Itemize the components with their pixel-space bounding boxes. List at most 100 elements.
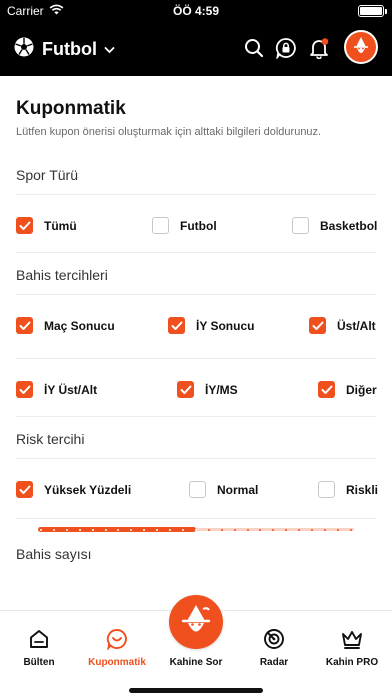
slider-tick	[285, 528, 288, 531]
slider-tick	[259, 528, 262, 531]
option-label: Basketbol	[320, 218, 378, 233]
option-first-half-over-under[interactable]: İY Üst/Alt	[16, 381, 97, 398]
option-label: Maç Sonucu	[44, 318, 115, 333]
checkbox-empty-icon	[152, 217, 169, 234]
nav-label: Bülten	[23, 657, 55, 668]
section-title-risk-pref: Risk tercihi	[16, 431, 85, 447]
slider-tick	[298, 528, 301, 531]
option-other[interactable]: Diğer	[318, 381, 377, 398]
bottom-nav: Bülten Kuponmatik Kahine Sor Radar Kahin…	[0, 595, 392, 696]
chevron-down-icon	[104, 41, 115, 59]
checkbox-checked-icon	[318, 381, 335, 398]
slider-tick	[233, 528, 236, 531]
slider-tick	[78, 528, 81, 531]
section-title-bet-prefs: Bahis tercihleri	[16, 267, 108, 283]
option-label: Futbol	[180, 218, 217, 233]
option-label: Normal	[217, 482, 259, 497]
option-label: Yüksek Yüzdeli	[44, 482, 132, 497]
checkbox-checked-icon	[16, 381, 33, 398]
bet-count-slider[interactable]	[38, 527, 354, 533]
option-half-full-time[interactable]: İY/MS	[177, 381, 238, 398]
nav-radar[interactable]: Radar	[235, 611, 313, 681]
nav-kahin-pro[interactable]: Kahin PRO	[313, 611, 391, 681]
slider-tick	[336, 528, 339, 531]
section-title-sport-type: Spor Türü	[16, 167, 78, 183]
slider-tick	[220, 528, 223, 531]
slider-tick	[349, 528, 352, 531]
slider-tick	[194, 528, 197, 531]
checkbox-checked-icon	[16, 217, 33, 234]
wizard-icon[interactable]	[169, 595, 223, 649]
wizard-avatar-icon[interactable]	[344, 30, 378, 64]
slider-tick	[311, 528, 314, 531]
option-label: İY Sonucu	[196, 318, 255, 333]
home-icon	[28, 627, 50, 651]
option-label: İY/MS	[205, 382, 238, 397]
nav-label: Kahine Sor	[169, 657, 223, 668]
option-football[interactable]: Futbol	[152, 217, 217, 234]
checkbox-checked-icon	[16, 481, 33, 498]
option-label: Tümü	[44, 218, 77, 233]
option-all-sports[interactable]: Tümü	[16, 217, 77, 234]
slider-tick	[181, 528, 184, 531]
slider-tick	[143, 528, 146, 531]
radar-icon	[263, 627, 285, 651]
nav-label: Kahin PRO	[325, 657, 379, 668]
lock-chat-icon[interactable]	[274, 36, 298, 60]
section-title-bet-count: Bahis sayısı	[16, 546, 92, 562]
checkbox-empty-icon	[292, 217, 309, 234]
battery-icon	[358, 5, 387, 17]
status-time: ÖÖ 4:59	[172, 4, 220, 18]
nav-label: Kuponmatik	[88, 657, 146, 668]
bell-icon[interactable]	[307, 36, 331, 60]
divider	[16, 194, 376, 195]
divider	[16, 458, 376, 459]
slider-tick	[169, 528, 172, 531]
slider-tick	[65, 528, 68, 531]
option-label: Üst/Alt	[337, 318, 376, 333]
checkbox-checked-icon	[309, 317, 326, 334]
slider-tick	[246, 528, 249, 531]
soccer-ball-icon	[13, 36, 35, 63]
home-indicator	[129, 688, 263, 693]
top-header: Carrier ÖÖ 4:59 Futbol	[0, 0, 392, 76]
slider-ticks	[40, 528, 352, 531]
divider	[16, 518, 376, 519]
slider-tick	[40, 528, 42, 531]
app-bar: Futbol	[0, 28, 392, 68]
divider	[16, 416, 376, 417]
option-basketball[interactable]: Basketbol	[292, 217, 377, 234]
coupon-icon	[106, 627, 128, 651]
sport-selector[interactable]: Futbol	[13, 36, 115, 63]
slider-tick	[117, 528, 120, 531]
option-first-half-result[interactable]: İY Sonucu	[168, 317, 254, 334]
checkbox-checked-icon	[177, 381, 194, 398]
slider-tick	[323, 528, 326, 531]
option-label: Diğer	[346, 382, 377, 397]
sport-title: Futbol	[42, 39, 97, 59]
status-bar: Carrier ÖÖ 4:59	[0, 0, 392, 22]
slider-tick	[272, 528, 275, 531]
search-icon[interactable]	[242, 36, 266, 60]
divider	[16, 358, 376, 359]
option-over-under[interactable]: Üst/Alt	[309, 317, 376, 334]
checkbox-empty-icon	[189, 481, 206, 498]
checkbox-empty-icon	[318, 481, 335, 498]
nav-kuponmatik[interactable]: Kuponmatik	[78, 611, 156, 681]
checkbox-checked-icon	[16, 317, 33, 334]
divider	[16, 252, 376, 253]
slider-tick	[156, 528, 159, 531]
slider-tick	[130, 528, 133, 531]
option-label: Riskli	[346, 482, 379, 497]
crown-icon	[340, 627, 364, 651]
option-label: İY Üst/Alt	[44, 382, 98, 397]
nav-bulletin[interactable]: Bülten	[0, 611, 78, 681]
option-normal[interactable]: Normal	[189, 481, 258, 498]
nav-label: Radar	[259, 657, 289, 668]
option-risky[interactable]: Riskli	[318, 481, 378, 498]
slider-tick	[104, 528, 107, 531]
slider-tick	[207, 528, 210, 531]
option-match-result[interactable]: Maç Sonucu	[16, 317, 115, 334]
divider	[16, 294, 376, 295]
option-high-percentage[interactable]: Yüksek Yüzdeli	[16, 481, 131, 498]
